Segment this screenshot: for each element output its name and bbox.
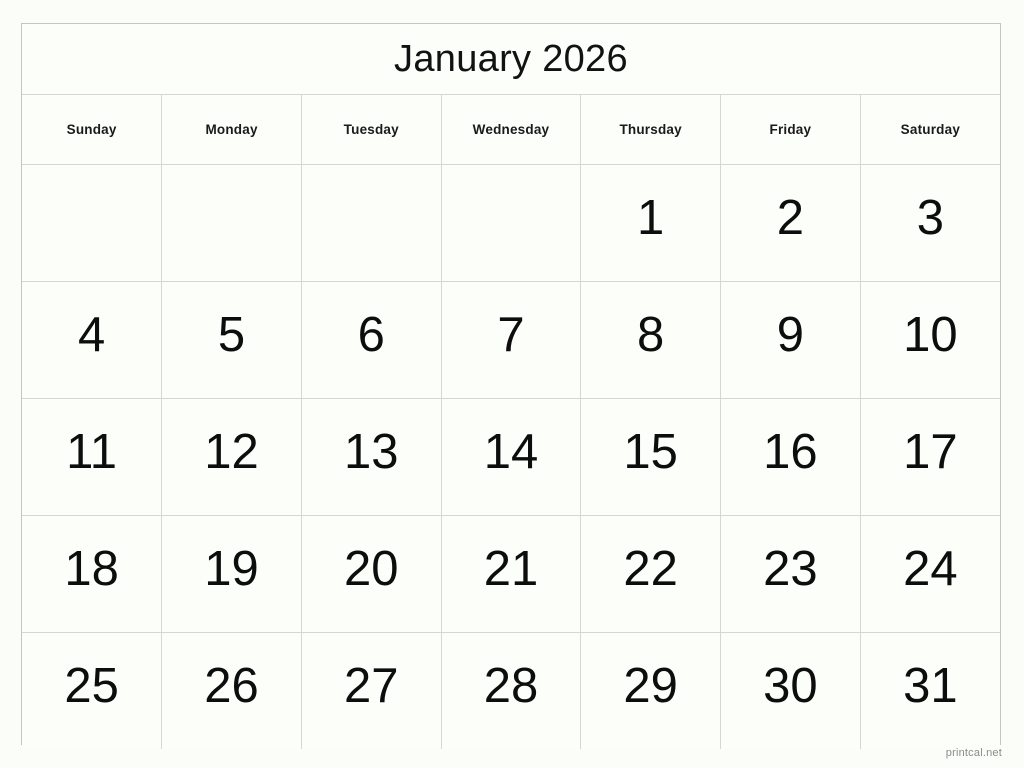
day-number: 18 <box>64 541 119 596</box>
weekday-label: Monday <box>205 122 258 137</box>
day-number: 26 <box>204 658 259 713</box>
day-number: 6 <box>357 307 385 362</box>
calendar-page: January 2026 Sunday Monday Tuesday Wedne… <box>0 0 1024 768</box>
weekday-label: Saturday <box>900 122 961 137</box>
weekday-header-tuesday: Tuesday <box>300 94 442 165</box>
day-cell[interactable]: 25 <box>22 632 163 749</box>
day-cell[interactable] <box>22 164 163 282</box>
day-number: 24 <box>903 541 958 596</box>
day-number: 30 <box>763 658 818 713</box>
day-number: 7 <box>497 307 525 362</box>
calendar-title-row: January 2026 <box>22 24 1000 95</box>
page-title: January 2026 <box>394 38 628 80</box>
day-number: 14 <box>483 424 539 479</box>
day-cell[interactable]: 4 <box>22 281 163 399</box>
calendar-table-frame: January 2026 Sunday Monday Tuesday Wedne… <box>21 23 1001 749</box>
day-number: 21 <box>483 541 539 596</box>
day-number: 3 <box>916 190 944 245</box>
day-number: 12 <box>204 424 259 479</box>
day-cell[interactable] <box>161 164 302 282</box>
day-cell[interactable]: 6 <box>300 281 442 399</box>
day-number: 15 <box>623 424 678 479</box>
day-cell[interactable]: 13 <box>300 398 442 516</box>
day-cell[interactable]: 24 <box>859 515 1000 633</box>
day-cell[interactable]: 22 <box>580 515 722 633</box>
day-cell[interactable]: 26 <box>161 632 302 749</box>
day-number: 1 <box>637 190 665 245</box>
day-number: 28 <box>483 658 539 713</box>
day-cell[interactable]: 19 <box>161 515 302 633</box>
day-cell[interactable]: 23 <box>720 515 861 633</box>
day-number: 10 <box>903 307 958 362</box>
weekday-label: Sunday <box>66 122 117 137</box>
weekday-header-saturday: Saturday <box>859 94 1000 165</box>
day-number: 23 <box>763 541 818 596</box>
day-cell[interactable]: 21 <box>440 515 582 633</box>
weekday-header-row: Sunday Monday Tuesday Wednesday Thursday <box>22 94 1000 165</box>
day-cell[interactable]: 18 <box>22 515 163 633</box>
weekday-label: Friday <box>769 122 812 137</box>
day-number: 27 <box>344 658 399 713</box>
day-cell[interactable]: 31 <box>859 632 1000 749</box>
day-cell[interactable]: 30 <box>720 632 861 749</box>
day-number: 11 <box>66 424 118 479</box>
weekday-label: Thursday <box>619 122 682 137</box>
day-cell[interactable]: 3 <box>859 164 1000 282</box>
day-number: 19 <box>204 541 259 596</box>
weekday-header-sunday: Sunday <box>22 94 163 165</box>
calendar-week-row: 1 2 3 <box>22 164 1000 282</box>
day-cell[interactable]: 7 <box>440 281 582 399</box>
calendar-week-row: 4 5 6 7 8 9 10 <box>22 281 1000 399</box>
calendar-title-cell: January 2026 <box>22 24 1000 95</box>
day-cell[interactable]: 16 <box>720 398 861 516</box>
day-cell[interactable] <box>300 164 442 282</box>
weekday-label: Tuesday <box>343 122 399 137</box>
day-cell[interactable]: 12 <box>161 398 302 516</box>
weekday-header-friday: Friday <box>720 94 861 165</box>
day-cell[interactable]: 27 <box>300 632 442 749</box>
day-cell[interactable]: 1 <box>580 164 722 282</box>
day-number: 4 <box>77 307 106 362</box>
calendar-week-row: 18 19 20 21 22 23 24 <box>22 515 1000 633</box>
day-cell[interactable]: 28 <box>440 632 582 749</box>
day-number: 5 <box>217 307 246 362</box>
day-number: 31 <box>903 658 958 713</box>
day-cell[interactable]: 8 <box>580 281 722 399</box>
day-cell[interactable]: 2 <box>720 164 861 282</box>
day-number: 16 <box>763 424 818 479</box>
day-cell[interactable] <box>440 164 582 282</box>
weekday-header-thursday: Thursday <box>580 94 722 165</box>
day-number: 20 <box>344 541 399 596</box>
day-cell[interactable]: 20 <box>300 515 442 633</box>
weekday-header-monday: Monday <box>161 94 302 165</box>
weekday-header-wednesday: Wednesday <box>440 94 582 165</box>
day-cell[interactable]: 11 <box>22 398 163 516</box>
site-credit-watermark: printcal.net <box>945 747 1002 759</box>
day-cell[interactable]: 17 <box>859 398 1000 516</box>
day-number: 29 <box>623 658 678 713</box>
day-number: 17 <box>903 424 958 479</box>
calendar-week-row: 11 12 13 14 15 16 17 <box>22 398 1000 516</box>
day-number: 13 <box>344 424 399 479</box>
day-number: 8 <box>637 307 665 362</box>
day-number: 22 <box>623 541 678 596</box>
day-cell[interactable]: 14 <box>440 398 582 516</box>
day-cell[interactable]: 15 <box>580 398 722 516</box>
monthly-calendar-table: January 2026 Sunday Monday Tuesday Wedne… <box>22 24 1000 749</box>
day-cell[interactable]: 29 <box>580 632 722 749</box>
day-number: 2 <box>776 190 804 245</box>
day-cell[interactable]: 9 <box>720 281 861 399</box>
day-number: 25 <box>64 658 119 713</box>
calendar-week-row: 25 26 27 28 29 30 31 <box>22 632 1000 749</box>
weekday-label: Wednesday <box>472 122 550 137</box>
day-number: 9 <box>776 307 804 362</box>
day-cell[interactable]: 10 <box>859 281 1000 399</box>
day-cell[interactable]: 5 <box>161 281 302 399</box>
